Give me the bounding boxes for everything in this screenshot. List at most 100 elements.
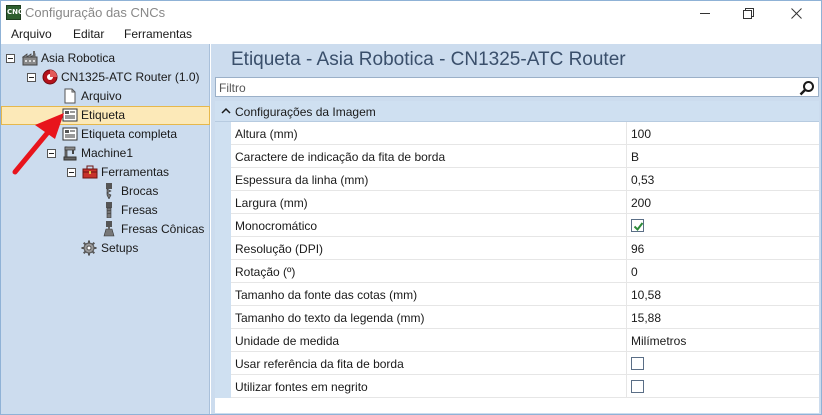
- property-row[interactable]: Usar referência da fita de borda: [215, 352, 819, 375]
- property-row[interactable]: Resolução (DPI) 96: [215, 237, 819, 260]
- row-gutter: [215, 122, 231, 145]
- property-name: Tamanho do texto da legenda (mm): [235, 311, 425, 325]
- tree-node-cn1325[interactable]: CN1325-ATC Router (1.0): [1, 68, 210, 87]
- property-value[interactable]: 10,58: [631, 288, 661, 302]
- property-value[interactable]: Milímetros: [631, 334, 686, 348]
- column-divider: [626, 237, 627, 260]
- checkmark-icon: [633, 222, 644, 232]
- tree-node-etiqueta[interactable]: Etiqueta: [1, 106, 210, 125]
- tree-label-machine1: Machine1: [81, 146, 134, 160]
- menu-ferramentas[interactable]: Ferramentas: [124, 27, 192, 41]
- restore-button[interactable]: [725, 1, 771, 25]
- property-name: Resolução (DPI): [235, 242, 324, 256]
- column-divider: [626, 214, 627, 237]
- tree-label-brocas: Brocas: [121, 184, 159, 198]
- tree-node-setups[interactable]: Setups: [1, 239, 210, 258]
- minimize-button[interactable]: [682, 1, 728, 25]
- property-name: Rotação (º): [235, 265, 296, 279]
- property-row[interactable]: Caractere de indicação da fita de borda B: [215, 145, 819, 168]
- category-row[interactable]: Configurações da Imagem: [215, 101, 819, 122]
- toolbox-icon: [82, 165, 98, 179]
- property-row[interactable]: Largura (mm) 200: [215, 191, 819, 214]
- menu-editar[interactable]: Editar: [73, 27, 104, 41]
- row-gutter: [215, 329, 231, 352]
- filter-box: [215, 77, 819, 97]
- tree-label-root: Asia Robotica: [41, 51, 116, 65]
- row-gutter: [215, 168, 231, 191]
- column-divider: [626, 283, 627, 306]
- row-gutter: [215, 283, 231, 306]
- row-gutter: [215, 375, 231, 398]
- property-grid: Configurações da Imagem Altura (mm) 100 Ca…: [215, 101, 819, 413]
- mill-bit-icon: [106, 202, 112, 218]
- column-divider: [626, 306, 627, 329]
- menu-bar: Arquivo Editar Ferramentas: [1, 25, 821, 44]
- conical-bit-icon: [103, 221, 115, 237]
- tree-node-machine1[interactable]: Machine1: [1, 144, 210, 163]
- document-icon: [64, 88, 76, 104]
- property-row[interactable]: Tamanho da fonte das cotas (mm) 10,58: [215, 283, 819, 306]
- property-value[interactable]: B: [631, 150, 639, 164]
- factory-icon: [22, 51, 38, 66]
- row-gutter: [215, 145, 231, 168]
- tree-node-asia-robotica[interactable]: Asia Robotica: [1, 49, 210, 68]
- menu-arquivo[interactable]: Arquivo: [11, 27, 52, 41]
- property-row[interactable]: Rotação (º) 0: [215, 260, 819, 283]
- collapse-icon[interactable]: [6, 54, 15, 63]
- label-icon: [62, 108, 78, 122]
- close-icon: [790, 7, 802, 19]
- tree-label-arquivo: Arquivo: [81, 89, 122, 103]
- minimize-icon: [700, 13, 710, 14]
- row-gutter: [215, 237, 231, 260]
- row-gutter: [215, 352, 231, 375]
- tree-node-etiqueta-completa[interactable]: Etiqueta completa: [1, 125, 210, 144]
- tree-label-machine-group: CN1325-ATC Router (1.0): [61, 70, 200, 84]
- property-row[interactable]: Tamanho do texto da legenda (mm) 15,88: [215, 306, 819, 329]
- close-button[interactable]: [773, 1, 819, 25]
- checkbox-checked[interactable]: [631, 219, 644, 232]
- page-title: Etiqueta - Asia Robotica - CN1325-ATC Ro…: [231, 49, 626, 70]
- property-value[interactable]: 15,88: [631, 311, 661, 325]
- filter-input[interactable]: [219, 80, 779, 95]
- collapse-icon[interactable]: [27, 73, 36, 82]
- collapse-icon[interactable]: [67, 168, 76, 177]
- property-row[interactable]: Utilizar fontes em negrito: [215, 375, 819, 398]
- property-name: Monocromático: [235, 219, 318, 233]
- search-icon[interactable]: [799, 80, 815, 96]
- property-row[interactable]: Espessura da linha (mm) 0,53: [215, 168, 819, 191]
- app-window: CNC Configuração das CNCs Arquivo Editar…: [0, 0, 822, 415]
- tree-node-fresas-conicas[interactable]: Fresas Cônicas: [1, 220, 210, 239]
- property-name: Largura (mm): [235, 196, 308, 210]
- title-bar: CNC Configuração das CNCs: [1, 1, 821, 25]
- column-divider: [626, 329, 627, 352]
- row-gutter: [215, 260, 231, 283]
- checkbox-unchecked[interactable]: [631, 357, 644, 370]
- column-divider: [626, 145, 627, 168]
- checkbox-unchecked[interactable]: [631, 380, 644, 393]
- property-name: Tamanho da fonte das cotas (mm): [235, 288, 418, 302]
- property-value[interactable]: 0: [631, 265, 638, 279]
- column-divider: [626, 122, 627, 145]
- property-value[interactable]: 100: [631, 127, 651, 141]
- property-value[interactable]: 0,53: [631, 173, 654, 187]
- row-gutter: [215, 306, 231, 329]
- property-value[interactable]: 200: [631, 196, 651, 210]
- tree-node-fresas[interactable]: Fresas: [1, 201, 210, 220]
- cnc-app-icon: CNC: [6, 5, 23, 20]
- property-row[interactable]: Unidade de medida Milímetros: [215, 329, 819, 352]
- property-row[interactable]: Monocromático: [215, 214, 819, 237]
- chevron-up-icon[interactable]: [221, 106, 231, 116]
- column-divider: [626, 191, 627, 214]
- tree-label-setups: Setups: [101, 241, 139, 255]
- collapse-icon[interactable]: [47, 149, 56, 158]
- property-row[interactable]: Altura (mm) 100: [215, 122, 819, 145]
- property-name: Usar referência da fita de borda: [235, 357, 404, 371]
- tree-node-arquivo[interactable]: Arquivo: [1, 87, 210, 106]
- tree-node-ferramentas[interactable]: Ferramentas: [1, 163, 210, 182]
- gear-icon: [81, 240, 97, 256]
- property-name: Altura (mm): [235, 127, 298, 141]
- properties-pane: Etiqueta - Asia Robotica - CN1325-ATC Ro…: [211, 44, 821, 414]
- tree-node-brocas[interactable]: Brocas: [1, 182, 210, 201]
- property-value[interactable]: 96: [631, 242, 644, 256]
- category-label: Configurações da Imagem: [235, 105, 376, 119]
